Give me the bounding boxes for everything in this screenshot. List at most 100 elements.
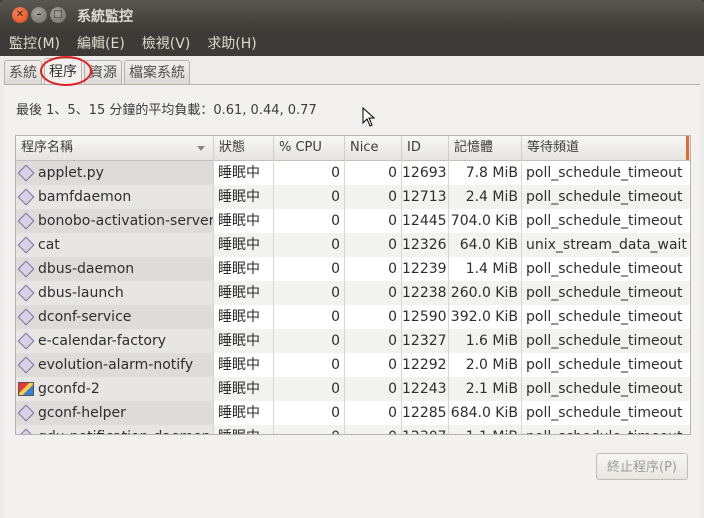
- column-divider: [273, 160, 274, 434]
- table-row[interactable]: gconf-helper 睡眠中 0 0 12285 684.0 KiB poll_sche…: [16, 401, 690, 425]
- cell-process-name: gconfd-2: [16, 377, 213, 401]
- process-name-text: dbus-launch: [38, 285, 124, 301]
- minimize-button[interactable]: –: [31, 7, 47, 23]
- table-row[interactable]: bonobo-activation-server 睡眠中 0 0 12445 704.0 …: [16, 209, 690, 233]
- table-header: 程序名稱 狀態 % CPU Nice ID 記憶體 等待頻道: [16, 136, 690, 161]
- system-monitor-window: ✕ – □ 系統監控 監控(M) 編輯(E) 檢視(V) 求助(H) 系統 程序…: [0, 0, 704, 518]
- cell-wait: poll_schedule_timeout: [522, 377, 690, 401]
- load-average-label: 最後 1、5、15 分鐘的平均負載：0.61, 0.44, 0.77: [16, 103, 317, 118]
- process-icon: [17, 212, 35, 230]
- column-header-name-label: 程序名稱: [21, 140, 74, 155]
- cell-process-name: dbus-launch: [16, 281, 213, 305]
- table-row[interactable]: dconf-service 睡眠中 0 0 12590 392.0 KiB poll_sch…: [16, 305, 690, 329]
- cell-nice: 0: [388, 405, 397, 421]
- tab-file-systems[interactable]: 檔案系統: [124, 60, 190, 84]
- header-accent-bar: [686, 136, 689, 160]
- cell-id: 12243: [402, 377, 448, 401]
- cell-cpu: 0: [331, 261, 340, 277]
- tab-processes[interactable]: 程序: [44, 58, 82, 84]
- menu-edit[interactable]: 編輯(E): [68, 33, 133, 53]
- process-name-text: bamfdaemon: [38, 189, 132, 205]
- table-row[interactable]: dbus-launch 睡眠中 0 0 12238 260.0 KiB poll_sched…: [16, 281, 690, 305]
- menu-view[interactable]: 檢視(V): [133, 33, 199, 53]
- close-icon: ✕: [15, 9, 25, 20]
- cell-state: 睡眠中: [214, 233, 273, 257]
- cell-nice: 0: [388, 213, 397, 229]
- column-header-state[interactable]: 狀態: [214, 136, 274, 160]
- process-icon: [17, 332, 35, 350]
- cell-wait: poll_schedule_timeout: [522, 425, 690, 434]
- column-header-name[interactable]: 程序名稱: [16, 136, 214, 160]
- cell-cpu: 0: [274, 281, 344, 305]
- cell-state: 睡眠中: [214, 329, 273, 353]
- cell-state: 睡眠中: [218, 357, 260, 373]
- cell-nice: 0: [345, 233, 401, 257]
- process-icon: [17, 236, 35, 254]
- cell-id: 12292: [402, 357, 447, 373]
- cell-cpu: 0: [274, 377, 344, 401]
- cell-id: 12239: [402, 261, 447, 277]
- tab-bar: 系統 程序 資源 檔案系統: [4, 58, 192, 84]
- cell-id: 12713: [402, 185, 448, 209]
- column-header-nice[interactable]: Nice: [345, 136, 402, 160]
- table-row[interactable]: dbus-daemon 睡眠中 0 0 12239 1.4 MiB poll_schedul…: [16, 257, 690, 281]
- table-row[interactable]: bamfdaemon 睡眠中 0 0 12713 2.4 MiB poll_schedule…: [16, 185, 690, 209]
- menu-bar: 監控(M) 編輯(E) 檢視(V) 求助(H): [0, 30, 704, 56]
- column-divider: [448, 160, 449, 434]
- menu-help[interactable]: 求助(H): [198, 33, 264, 53]
- cell-wait: poll_schedule_timeout: [526, 213, 683, 229]
- cell-nice: 0: [345, 281, 401, 305]
- cell-nice: 0: [345, 377, 401, 401]
- cell-id: 12285: [402, 405, 447, 421]
- tab-resources[interactable]: 資源: [84, 60, 122, 84]
- cell-cpu: 0: [331, 405, 340, 421]
- tab-system[interactable]: 系統: [4, 60, 42, 84]
- cell-memory: 1.4 MiB: [465, 261, 518, 277]
- cell-nice: 0: [388, 309, 397, 325]
- table-row[interactable]: gconfd-2 睡眠中 0 0 12243 2.1 MiB poll_schedule_t…: [16, 377, 690, 401]
- table-row[interactable]: gdu-notification-daemon睡眠中00123071.1 MiB…: [16, 425, 690, 434]
- cell-wait: poll_schedule_timeout: [526, 165, 683, 181]
- process-table[interactable]: 程序名稱 狀態 % CPU Nice ID 記憶體 等待頻道 applet.py…: [15, 135, 691, 435]
- cell-memory: 7.8 MiB: [465, 165, 518, 181]
- cell-nice: 0: [388, 261, 397, 277]
- table-row[interactable]: evolution-alarm-notify 睡眠中 0 0 12292 2.0 MiB p…: [16, 353, 690, 377]
- maximize-button[interactable]: □: [50, 7, 66, 23]
- table-row[interactable]: e-calendar-factory 睡眠中 0 0 12327 1.6 MiB poll_…: [16, 329, 690, 353]
- close-button[interactable]: ✕: [12, 7, 28, 23]
- table-row[interactable]: applet.py 睡眠中 0 0 12693 7.8 MiB poll_schedule_…: [16, 161, 690, 185]
- cell-memory: 684.0 KiB: [450, 405, 518, 421]
- process-icon: [17, 356, 35, 374]
- process-name-text: e-calendar-factory: [38, 333, 166, 349]
- cell-cpu: 0: [274, 425, 344, 434]
- menu-monitor[interactable]: 監控(M): [0, 33, 68, 53]
- cell-memory: 704.0 KiB: [450, 213, 518, 229]
- process-icon: [17, 428, 35, 434]
- cell-wait: poll_schedule_timeout: [522, 329, 690, 353]
- cell-id: 12693: [402, 165, 447, 181]
- table-row[interactable]: cat 睡眠中 0 0 12326 64.0 KiB unix_stream_data_wa…: [16, 233, 690, 257]
- process-icon: [17, 164, 35, 182]
- cell-memory: 1.1 MiB: [449, 425, 521, 434]
- column-header-memory[interactable]: 記憶體: [449, 136, 522, 160]
- cell-id: 12445: [402, 213, 447, 229]
- cell-process-name: applet.py: [16, 161, 213, 185]
- cell-memory: 1.6 MiB: [449, 329, 521, 353]
- cell-cpu: 0: [331, 213, 340, 229]
- column-header-wait-channel[interactable]: 等待頻道: [522, 136, 686, 160]
- column-divider: [401, 160, 402, 434]
- column-header-id[interactable]: ID: [402, 136, 449, 160]
- process-name-text: evolution-alarm-notify: [38, 357, 194, 373]
- cell-process-name: bonobo-activation-server: [16, 209, 213, 233]
- cell-cpu: 0: [331, 357, 340, 373]
- cell-state: 睡眠中: [218, 309, 260, 325]
- cell-process-name: gdu-notification-daemon: [16, 425, 213, 434]
- column-header-cpu[interactable]: % CPU: [274, 136, 345, 160]
- end-process-button[interactable]: 終止程序(P): [596, 453, 688, 480]
- title-bar: ✕ – □ 系統監控: [0, 0, 704, 30]
- cell-memory: 2.4 MiB: [449, 185, 521, 209]
- cell-memory: 392.0 KiB: [450, 309, 518, 325]
- cell-nice: 0: [388, 165, 397, 181]
- cell-wait: poll_schedule_timeout: [526, 357, 683, 373]
- process-name-text: cat: [38, 237, 60, 253]
